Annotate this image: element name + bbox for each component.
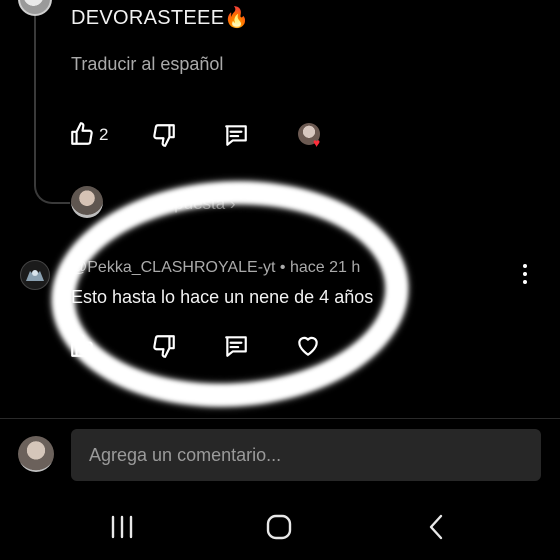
comment-author-avatar[interactable] [20,260,50,290]
reply-icon[interactable] [222,121,250,149]
top-comment-text: DEVORASTEEE🔥 [71,7,250,29]
replies-avatar [71,186,103,218]
creator-heart-icon: ♥ [313,136,321,150]
thread-connector [34,160,70,204]
top-comment-avatar[interactable] [18,0,52,16]
add-comment-input[interactable] [71,429,541,481]
thumbs-down-icon[interactable] [150,121,178,149]
recents-icon[interactable] [102,507,142,547]
translate-link[interactable]: Traducir al español [71,54,223,75]
back-icon[interactable] [416,507,456,547]
thumbs-up-icon[interactable] [68,120,96,148]
home-icon[interactable] [259,507,299,547]
like-count: 2 [99,125,109,144]
highlight-circle-annotation [46,172,414,416]
more-vert-icon[interactable] [520,264,530,284]
current-user-avatar [18,436,54,472]
thread-line [34,16,36,176]
composer-divider [0,418,560,419]
